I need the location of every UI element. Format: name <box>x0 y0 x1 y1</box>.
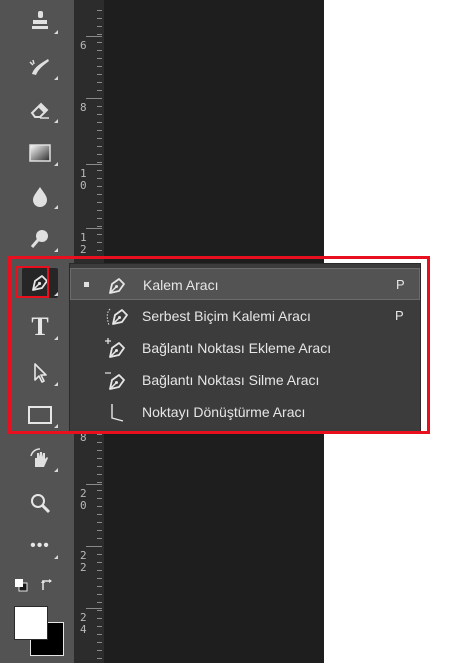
history-brush-tool[interactable] <box>22 52 58 82</box>
ruler-tick <box>97 530 102 531</box>
ruler-tick <box>97 650 102 651</box>
ruler-tick <box>97 162 102 163</box>
highlight-frame <box>8 256 430 434</box>
dodge-tool[interactable] <box>22 224 58 254</box>
ruler-tick <box>97 610 102 611</box>
ruler-tick <box>97 34 102 35</box>
ruler-tick <box>97 594 102 595</box>
ruler-tick <box>97 18 102 19</box>
dodge-icon <box>30 230 48 248</box>
ruler-tick <box>97 434 102 435</box>
ruler-tick <box>97 74 102 75</box>
ruler-tick <box>97 658 102 659</box>
ruler-tick <box>97 194 102 195</box>
foreground-color-swatch[interactable] <box>14 606 48 640</box>
ruler-tick <box>97 146 102 147</box>
ruler-tick <box>97 250 102 251</box>
ruler-tick <box>97 602 102 603</box>
ruler-major-tick <box>86 98 102 99</box>
ruler-tick <box>97 58 102 59</box>
more-tools-button[interactable]: ••• <box>22 531 58 561</box>
ruler-label: 1 0 <box>80 167 87 192</box>
ruler-tick <box>97 122 102 123</box>
more-tools-icon: ••• <box>30 537 50 554</box>
clone-stamp-tool[interactable] <box>22 6 58 36</box>
ruler-major-tick <box>86 484 102 485</box>
highlight-frame-pen-tool <box>16 266 49 298</box>
ruler-tick <box>97 586 102 587</box>
ruler-tick <box>97 178 102 179</box>
ruler-tick <box>97 26 102 27</box>
ruler-tick <box>97 218 102 219</box>
default-colors-icon <box>15 579 28 592</box>
ruler-tick <box>97 210 102 211</box>
ruler-label: 2 0 <box>80 487 87 512</box>
swap-colors-icon <box>41 579 52 590</box>
ruler-tick <box>97 234 102 235</box>
ruler-tick <box>97 634 102 635</box>
ruler-tick <box>97 482 102 483</box>
ruler-tick <box>97 450 102 451</box>
ruler-tick <box>97 114 102 115</box>
ruler-tick <box>97 498 102 499</box>
ruler-tick <box>97 626 102 627</box>
ruler-tick <box>97 554 102 555</box>
ruler-label: 2 4 <box>80 611 87 636</box>
default-colors-button[interactable] <box>14 578 28 592</box>
ruler-tick <box>97 506 102 507</box>
blur-tool[interactable] <box>22 181 58 211</box>
ruler-tick <box>97 514 102 515</box>
ruler-tick <box>97 154 102 155</box>
history-brush-icon <box>29 59 49 75</box>
ruler-tick <box>97 538 102 539</box>
clone-stamp-icon <box>32 11 48 29</box>
ruler-tick <box>97 66 102 67</box>
blur-drop-icon <box>33 187 47 207</box>
ruler-tick <box>97 50 102 51</box>
ruler-tick <box>97 522 102 523</box>
ruler-major-tick <box>86 608 102 609</box>
ruler-tick <box>97 82 102 83</box>
eraser-tool[interactable] <box>22 95 58 125</box>
ruler-tick <box>97 186 102 187</box>
ruler-label: 1 2 <box>80 231 87 256</box>
ruler-tick <box>97 10 102 11</box>
ruler-tick <box>97 466 102 467</box>
ruler-tick <box>97 170 102 171</box>
ruler-tick <box>97 226 102 227</box>
hand-rotate-icon <box>30 448 48 467</box>
ruler-label: 6 <box>80 39 87 52</box>
gradient-tool[interactable] <box>22 138 58 168</box>
eraser-icon <box>30 102 49 119</box>
ruler-major-tick <box>86 36 102 37</box>
ruler-major-tick <box>86 164 102 165</box>
zoom-tool[interactable] <box>22 488 58 518</box>
ruler-tick <box>97 474 102 475</box>
ruler-major-tick <box>86 546 102 547</box>
ruler-tick <box>97 562 102 563</box>
ruler-tick <box>97 578 102 579</box>
ruler-tick <box>97 570 102 571</box>
ruler-tick <box>97 458 102 459</box>
gradient-icon <box>29 144 51 162</box>
zoom-icon <box>31 494 51 514</box>
ruler-tick <box>97 90 102 91</box>
ruler-tick <box>97 242 102 243</box>
ruler-tick <box>97 618 102 619</box>
ruler-tick <box>97 138 102 139</box>
swap-colors-button[interactable] <box>40 578 54 592</box>
ruler-label: 8 <box>80 101 87 114</box>
ruler-tick <box>97 490 102 491</box>
ruler-tick <box>97 106 102 107</box>
ruler-major-tick <box>86 228 102 229</box>
hand-tool[interactable] <box>22 444 58 474</box>
ruler-tick <box>97 130 102 131</box>
ruler-tick <box>97 42 102 43</box>
ruler-label: 2 2 <box>80 549 87 574</box>
ruler-tick <box>97 642 102 643</box>
ruler-tick <box>97 442 102 443</box>
ruler-tick <box>97 202 102 203</box>
